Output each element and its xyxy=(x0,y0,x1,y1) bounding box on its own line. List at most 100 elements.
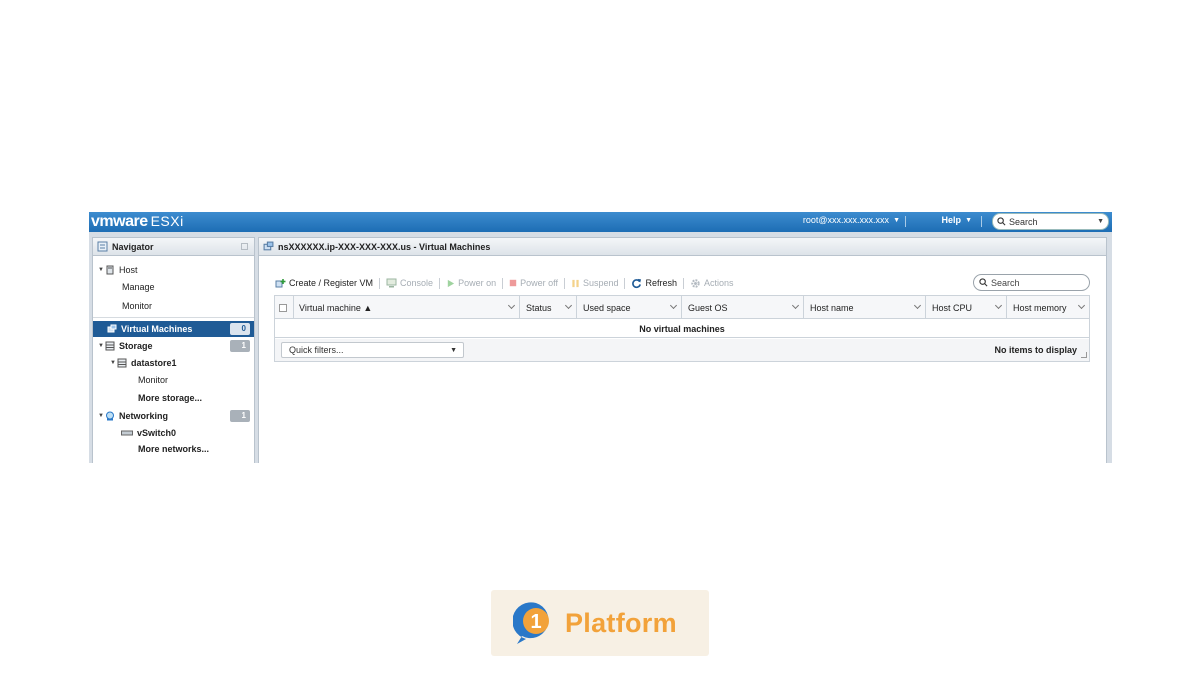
count-badge: 0 xyxy=(230,323,250,335)
expand-triangle-icon[interactable]: ▼ xyxy=(97,343,105,349)
sidebar-item-host-monitor[interactable]: Monitor xyxy=(93,298,254,314)
table-footer: Quick filters... ▼ No items to display xyxy=(275,339,1089,361)
stop-icon xyxy=(509,279,517,287)
column-status[interactable]: Status xyxy=(520,296,577,319)
chevron-down-icon: ▼ xyxy=(893,216,900,224)
vm-toolbar: Create / Register VM Console Power on Po… xyxy=(275,276,740,290)
user-menu[interactable]: root@xxx.xxx.xxx.xxx ▼ xyxy=(803,215,900,225)
chevron-down-icon[interactable] xyxy=(669,301,678,310)
header-search-input[interactable]: Search ▼ xyxy=(992,213,1109,230)
sidebar-item-manage[interactable]: Manage xyxy=(93,279,254,295)
header-search-placeholder: Search xyxy=(1009,216,1038,227)
sidebar-item-datastore-monitor[interactable]: Monitor xyxy=(93,372,254,388)
console-label: Console xyxy=(400,278,434,288)
select-all-column[interactable] xyxy=(275,296,294,319)
empty-table-message: No virtual machines xyxy=(275,320,1089,338)
help-label: Help xyxy=(941,215,962,225)
play-icon xyxy=(447,279,455,287)
navigator-title: Navigator xyxy=(112,241,154,252)
chevron-down-icon[interactable] xyxy=(913,301,922,310)
sidebar-item-storage[interactable]: ▼ Storage 1 xyxy=(93,338,254,354)
header-divider xyxy=(981,216,982,227)
navigator-title-bar: Navigator xyxy=(93,238,254,256)
sidebar-item-label: Monitor xyxy=(122,301,153,311)
quick-filters-label: Quick filters... xyxy=(289,345,344,355)
sidebar-item-vswitch0[interactable]: vSwitch0 xyxy=(93,425,254,441)
column-host-name[interactable]: Host name xyxy=(804,296,926,319)
refresh-icon xyxy=(632,278,642,288)
chevron-down-icon: ▼ xyxy=(450,346,457,354)
create-register-vm-button[interactable]: Create / Register VM xyxy=(275,278,379,289)
column-host-cpu[interactable]: Host CPU xyxy=(926,296,1007,319)
power-off-button[interactable]: Power off xyxy=(503,278,564,288)
datastore-icon xyxy=(117,358,127,368)
refresh-label: Refresh xyxy=(645,278,677,288)
sidebar-item-label: More storage... xyxy=(138,393,203,403)
brand-esxi: ESXi xyxy=(150,213,184,229)
user-name: root@xxx.xxx.xxx.xxx xyxy=(802,215,890,225)
sidebar-item-more-networks[interactable]: More networks... xyxy=(93,441,254,457)
column-used-space[interactable]: Used space xyxy=(577,296,682,319)
refresh-button[interactable]: Refresh xyxy=(625,278,683,289)
suspend-label: Suspend xyxy=(582,278,619,288)
count-badge: 1 xyxy=(230,410,250,422)
vmware-esxi-logo: vmware ESXi xyxy=(91,213,184,231)
quick-filters-select[interactable]: Quick filters... ▼ xyxy=(281,342,464,358)
column-label: Status xyxy=(526,302,552,313)
create-vm-icon xyxy=(275,278,286,287)
collapse-icon[interactable] xyxy=(241,243,248,250)
console-button[interactable]: Console xyxy=(380,278,439,288)
column-host-memory[interactable]: Host memory xyxy=(1007,296,1089,319)
header-divider xyxy=(905,216,906,227)
top-bar: vmware ESXi root@xxx.xxx.xxx.xxx ▼ Help … xyxy=(89,212,1112,232)
sidebar-item-label: Networking xyxy=(119,411,169,421)
platform-watermark: 1 Platform xyxy=(491,590,709,656)
chevron-down-icon[interactable] xyxy=(564,301,573,310)
actions-button[interactable]: Actions xyxy=(684,278,740,289)
expand-triangle-icon[interactable]: ▼ xyxy=(109,360,117,366)
suspend-button[interactable]: Suspend xyxy=(565,278,625,288)
chevron-down-icon[interactable] xyxy=(994,301,1003,310)
vm-search-input[interactable]: Search xyxy=(973,274,1090,291)
pause-icon xyxy=(572,279,579,287)
expand-triangle-icon[interactable]: ▼ xyxy=(97,267,105,273)
power-on-button[interactable]: Power on xyxy=(440,278,502,288)
chevron-down-icon[interactable] xyxy=(1077,301,1086,310)
sidebar-item-more-storage[interactable]: More storage... xyxy=(93,390,254,406)
nav-divider xyxy=(93,317,254,318)
gear-icon xyxy=(691,278,700,288)
storage-icon xyxy=(105,341,115,351)
help-menu[interactable]: Help ▼ xyxy=(942,215,972,225)
power-on-label: Power on xyxy=(458,278,497,288)
chevron-down-icon[interactable] xyxy=(791,301,800,310)
sidebar-item-datastore1[interactable]: ▼ datastore1 xyxy=(93,355,254,371)
sidebar-item-host[interactable]: ▼ Host xyxy=(93,262,254,278)
sidebar-item-virtual-machines[interactable]: Virtual Machines 0 xyxy=(93,321,254,337)
column-guest-os[interactable]: Guest OS xyxy=(682,296,804,319)
expand-triangle-icon[interactable]: ▼ xyxy=(97,413,105,419)
column-label: Host CPU xyxy=(932,302,973,313)
table-header: Virtual machine ▲ Status Used space Gues… xyxy=(275,296,1089,319)
column-label: Virtual machine ▲ xyxy=(299,302,373,313)
select-all-checkbox[interactable] xyxy=(279,303,287,312)
vm-icon xyxy=(263,241,274,251)
sidebar-item-label: Monitor xyxy=(138,375,169,385)
page-title: nsXXXXXX.ip-XXX-XXX-XXX.us - Virtual Mac… xyxy=(278,241,491,252)
search-icon xyxy=(979,278,988,287)
sidebar-item-label: vSwitch0 xyxy=(137,428,177,438)
column-virtual-machine[interactable]: Virtual machine ▲ xyxy=(294,296,520,319)
platform-wordmark: Platform xyxy=(565,607,677,638)
search-icon xyxy=(997,217,1006,226)
resize-handle-icon[interactable] xyxy=(1081,352,1087,358)
sidebar-item-label: Host xyxy=(119,265,138,275)
column-label: Host name xyxy=(810,302,854,313)
chevron-down-icon[interactable] xyxy=(507,301,516,310)
chevron-down-icon: ▼ xyxy=(965,216,972,224)
item-count-status: No items to display xyxy=(994,345,1077,355)
console-icon xyxy=(386,278,397,288)
chevron-down-icon[interactable]: ▼ xyxy=(1097,218,1104,225)
sidebar-item-networking[interactable]: ▼ Networking 1 xyxy=(93,408,254,424)
switch-icon xyxy=(121,430,133,436)
column-label: Used space xyxy=(583,302,631,313)
main-panel: nsXXXXXX.ip-XXX-XXX-XXX.us - Virtual Mac… xyxy=(258,237,1107,463)
